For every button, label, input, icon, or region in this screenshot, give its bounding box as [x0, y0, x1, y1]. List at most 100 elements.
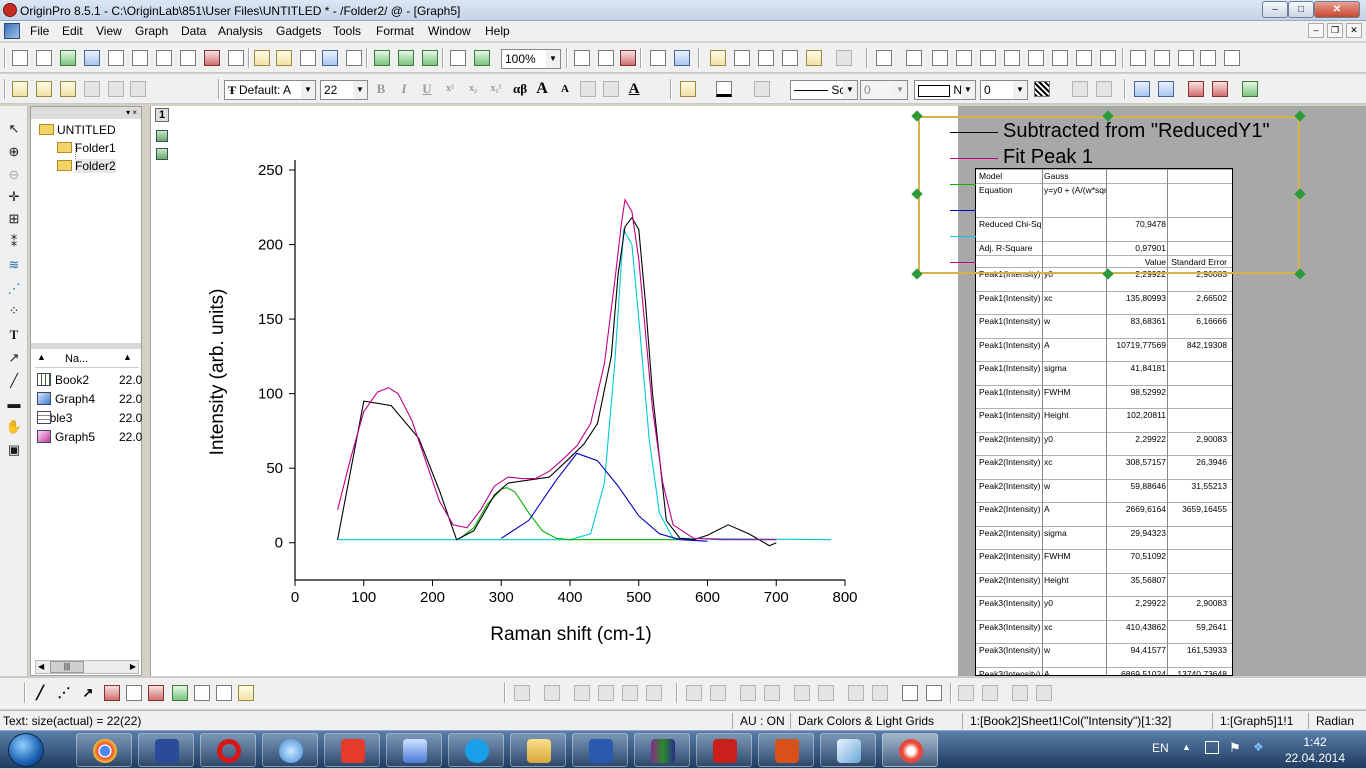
theme-status[interactable]: Dark Colors & Light Grids — [798, 714, 934, 728]
add-top-x-icon[interactable] — [1076, 50, 1092, 66]
rectangle-tool-icon[interactable]: ▬ — [5, 395, 23, 413]
taskbar-floppy[interactable] — [138, 733, 194, 767]
recalculate-icon[interactable] — [474, 50, 490, 66]
copy-page-icon[interactable] — [620, 50, 636, 66]
menu-graph[interactable]: Graph — [135, 24, 168, 38]
zoom-in-tool-icon[interactable]: ⊕ — [5, 143, 23, 161]
dropbox-icon[interactable]: ❖ — [1253, 740, 1264, 754]
pattern-select[interactable]: N ▼ — [914, 80, 976, 100]
back-icon[interactable] — [598, 685, 614, 701]
font-select[interactable]: Ŧ Default: A ▼ — [224, 80, 316, 100]
save-icon[interactable] — [322, 50, 338, 66]
menu-data[interactable]: Data — [181, 24, 206, 38]
add-inset-graph-icon[interactable] — [1004, 50, 1020, 66]
taskbar-powerpoint[interactable] — [758, 733, 814, 767]
new-graph-icon[interactable] — [84, 50, 100, 66]
graph-window-icon[interactable] — [4, 23, 20, 39]
underline-button[interactable]: U — [419, 81, 435, 97]
arrange-layers-icon[interactable] — [932, 50, 948, 66]
grid-icon[interactable] — [1072, 81, 1088, 97]
align-right-icon[interactable] — [710, 685, 726, 701]
name-column-header[interactable]: Na... — [65, 353, 88, 365]
distribute-icon[interactable] — [1036, 685, 1052, 701]
close-button[interactable]: ✕ — [1314, 1, 1360, 18]
rotate-icon[interactable] — [958, 685, 974, 701]
start-button[interactable] — [8, 733, 44, 767]
font-size-select[interactable]: 22 ▼ — [320, 80, 368, 100]
pointer-tool-icon[interactable]: ↖ — [5, 120, 23, 138]
taskbar-acrobat[interactable] — [696, 733, 752, 767]
scroll-thumb[interactable]: ||| — [50, 661, 84, 673]
project-explorer-icon[interactable] — [710, 50, 726, 66]
file-item[interactable]: Book2 22.0 — [37, 373, 142, 387]
network-icon[interactable] — [1205, 741, 1219, 754]
line-symbol-plot-icon[interactable]: ↗ — [80, 685, 96, 701]
taskbar-origin[interactable] — [882, 733, 938, 767]
timer-icon[interactable] — [1200, 50, 1216, 66]
scroll-left-icon[interactable]: ◀ — [38, 662, 44, 671]
maximize-button[interactable]: □ — [1288, 1, 1314, 18]
font-color-icon[interactable]: A — [626, 81, 642, 97]
polar-plot-icon[interactable] — [194, 685, 210, 701]
new-layout-icon[interactable] — [156, 50, 172, 66]
exchange-xy-icon[interactable] — [1154, 50, 1170, 66]
align-center-icon[interactable] — [603, 81, 619, 97]
data-reader-icon[interactable] — [1242, 81, 1258, 97]
sort-icon[interactable]: ▲ — [123, 352, 132, 362]
decrease-font-button[interactable]: A — [557, 81, 573, 97]
layer-management-icon[interactable] — [906, 50, 922, 66]
menu-file[interactable]: File — [30, 24, 49, 38]
menu-format[interactable]: Format — [376, 24, 414, 38]
increase-font-button[interactable]: A — [534, 81, 550, 97]
hatch-pattern-icon[interactable] — [1034, 81, 1050, 97]
open-template-icon[interactable] — [276, 50, 292, 66]
line-style-select[interactable]: Sc ▼ — [790, 80, 858, 100]
new-matrix-icon[interactable] — [108, 50, 124, 66]
new-project-icon[interactable] — [12, 50, 28, 66]
lock-folder-icon[interactable] — [84, 81, 100, 97]
greek-button[interactable]: αβ — [509, 81, 531, 97]
duplicate-icon[interactable] — [450, 50, 466, 66]
align-left-icon[interactable] — [686, 685, 702, 701]
add-inset-data-icon[interactable] — [1028, 50, 1044, 66]
line-plot-icon[interactable]: ╱ — [32, 685, 48, 701]
front-icon[interactable] — [574, 685, 590, 701]
file-item[interactable]: Graph4 22.0 — [37, 392, 142, 406]
taskbar-winrar[interactable] — [634, 733, 690, 767]
graph-window[interactable]: 1 Intensity (arb. units) Raman shift (cm… — [150, 106, 958, 676]
superscript-button[interactable]: x² — [442, 81, 458, 97]
3d-plot-icon[interactable] — [238, 685, 254, 701]
refresh-icon[interactable] — [598, 50, 614, 66]
explorer-hscrollbar[interactable]: ◀ ||| ▶ — [35, 660, 139, 674]
open-folder-icon[interactable] — [12, 81, 28, 97]
taskbar-explorer[interactable] — [510, 733, 566, 767]
menu-edit[interactable]: Edit — [62, 24, 83, 38]
folder-item-selected[interactable]: Folder2 — [57, 159, 116, 173]
command-window-icon[interactable] — [758, 50, 774, 66]
align-bottom-icon[interactable] — [764, 685, 780, 701]
swap-all-icon[interactable] — [1212, 81, 1228, 97]
align-left-icon[interactable] — [580, 81, 596, 97]
arrow-tool-icon[interactable]: ↗ — [5, 349, 23, 367]
add-new-columns-icon[interactable] — [836, 50, 852, 66]
flag-icon[interactable]: ⚑ — [1229, 740, 1241, 756]
legend-label-fit-peak[interactable]: Fit Peak 1 — [1003, 146, 1093, 169]
taskbar-opera[interactable] — [200, 733, 256, 767]
folder-item[interactable]: Folder1 — [57, 141, 116, 155]
save-template-icon[interactable] — [346, 50, 362, 66]
new-sheet-icon[interactable] — [228, 50, 244, 66]
text-tool-icon[interactable]: T — [5, 326, 23, 344]
import-wizard-icon[interactable] — [374, 50, 390, 66]
x-axis-title[interactable]: Raman shift (cm-1) — [490, 624, 652, 645]
import-ascii-icon[interactable] — [398, 50, 414, 66]
supsub-button[interactable]: x₁² — [488, 81, 504, 97]
code-builder-icon[interactable] — [734, 50, 750, 66]
new-table-icon[interactable] — [1224, 50, 1240, 66]
clock-time[interactable]: 1:42 — [1285, 735, 1345, 749]
menu-analysis[interactable]: Analysis — [218, 24, 263, 38]
taskbar-yandex[interactable] — [324, 733, 380, 767]
grid-lines-icon[interactable] — [1096, 81, 1112, 97]
menu-help[interactable]: Help — [485, 24, 510, 38]
ungroup-icon[interactable] — [544, 685, 560, 701]
bold-button[interactable]: B — [373, 81, 389, 97]
